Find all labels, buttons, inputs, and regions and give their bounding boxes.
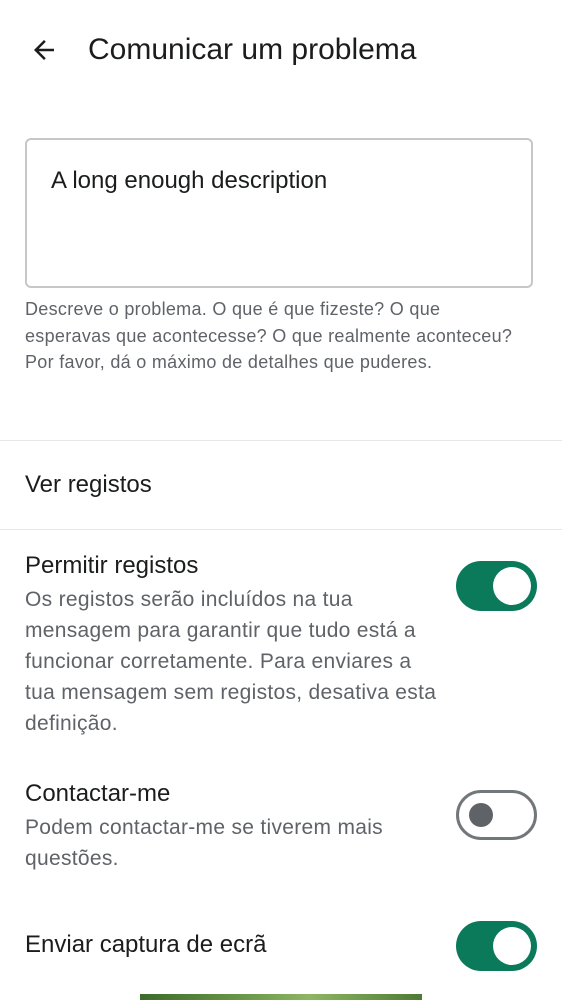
contact-me-switch[interactable] [456,790,537,840]
switch-knob [493,927,531,965]
divider [0,440,562,441]
description-input[interactable]: A long enough description [25,138,533,288]
screenshot-preview[interactable] [140,994,422,1000]
send-screenshot-switch[interactable] [456,921,537,971]
top-app-bar: Comunicar um problema [0,0,562,100]
back-button[interactable] [24,30,64,70]
view-logs-link[interactable]: Ver registos [25,469,152,501]
arrow-left-icon [34,40,54,60]
divider [0,529,562,530]
contact-me-description: Podem contactar-me se tiverem mais quest… [25,816,383,870]
send-screenshot-label: Enviar captura de ecrã [25,931,267,958]
page-title: Comunicar um problema [88,33,417,66]
allow-logs-switch[interactable] [456,561,537,611]
switch-knob [469,803,493,827]
allow-logs-label: Permitir registos [25,552,199,579]
allow-logs-description: Os registos serão incluídos na tua mensa… [25,588,437,735]
contact-me-label: Contactar-me [25,780,171,807]
description-hint: Descreve o problema. O que é que fizeste… [25,299,513,372]
switch-knob [493,567,531,605]
